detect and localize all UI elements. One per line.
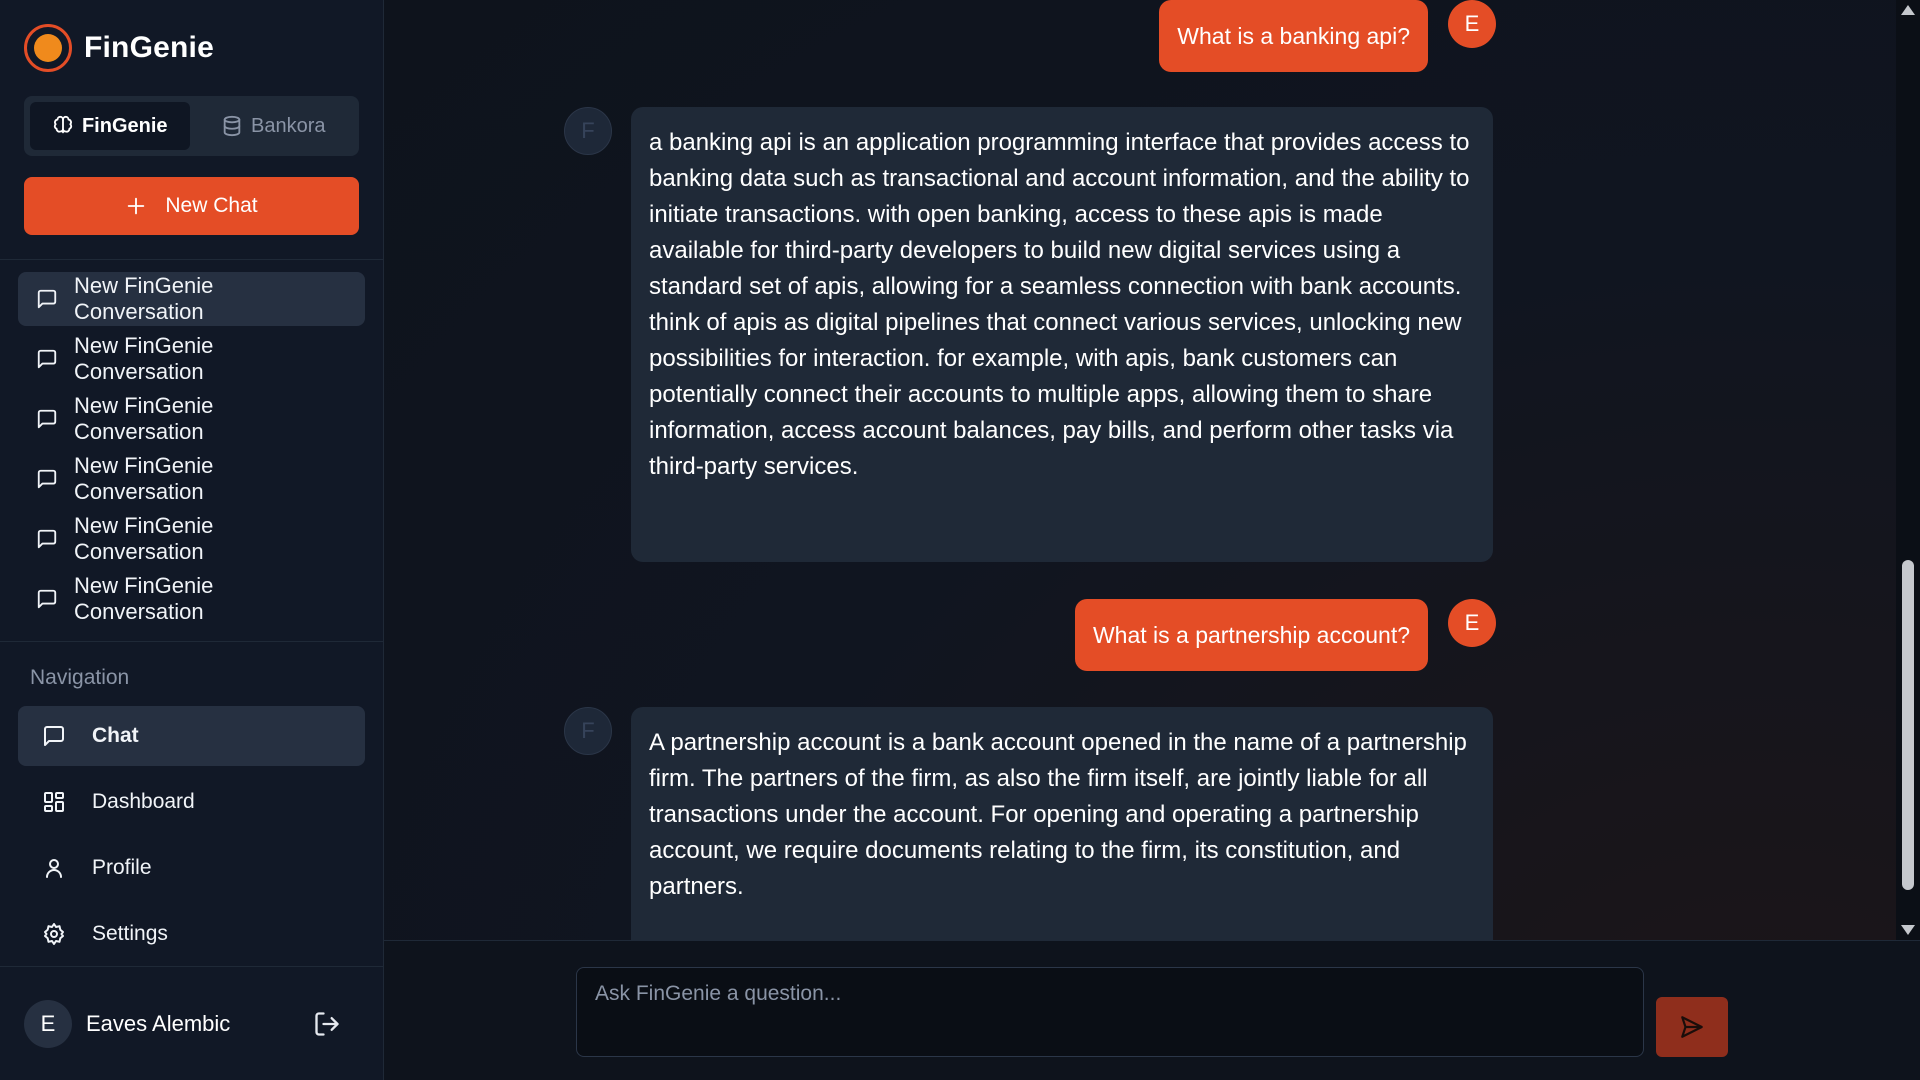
composer (384, 940, 1920, 1080)
mode-switcher: FinGenie Bankora (24, 96, 359, 156)
plus-icon (128, 197, 145, 215)
logo-icon (24, 24, 72, 72)
sidebar: FinGenie FinGenie Bankora New Chat New F… (0, 0, 384, 1080)
user-bar: E Eaves Alembic (0, 966, 383, 1080)
tab-label: Bankora (251, 114, 326, 137)
conversation-item[interactable]: New FinGenie Conversation (18, 272, 365, 326)
send-icon (1681, 1016, 1703, 1038)
avatar: E (1448, 599, 1496, 647)
brain-icon (53, 115, 73, 134)
tab-fingenie[interactable]: FinGenie (30, 102, 190, 150)
message-square-icon (37, 529, 57, 549)
nav-item-profile[interactable]: Profile (18, 838, 365, 898)
scroll-up-arrow[interactable] (1901, 5, 1915, 15)
new-chat-label: New Chat (165, 194, 258, 217)
conversation-label: New FinGenie Conversation (74, 393, 214, 444)
conversation-list: New FinGenie Conversation New FinGenie C… (0, 259, 383, 641)
chat-main: What is a banking api? E F a banking api… (384, 0, 1920, 1080)
assistant-bubble: A partnership account is a bank account … (631, 707, 1493, 940)
brand: FinGenie (0, 0, 383, 96)
avatar: E (1448, 0, 1496, 48)
brand-name: FinGenie (84, 31, 214, 64)
app: FinGenie FinGenie Bankora New Chat New F… (0, 0, 1920, 1080)
nav-label: Profile (92, 856, 152, 879)
logout-icon[interactable] (313, 1010, 341, 1038)
nav-label: Chat (92, 724, 139, 747)
gear-icon (44, 923, 64, 945)
message-square-icon (37, 589, 57, 609)
conversation-item[interactable]: New FinGenie Conversation (18, 392, 365, 446)
message-square-icon (37, 409, 57, 429)
message-square-icon (37, 289, 57, 309)
scrollbar[interactable] (1896, 0, 1920, 940)
conversation-label: New FinGenie Conversation (74, 273, 214, 324)
chat-icon (44, 726, 64, 746)
conversation-label: New FinGenie Conversation (74, 513, 214, 564)
nav-item-chat[interactable]: Chat (18, 706, 365, 766)
message-list: What is a banking api? E F a banking api… (384, 0, 1896, 940)
nav-label: Settings (92, 922, 168, 945)
conversation-item[interactable]: New FinGenie Conversation (18, 452, 365, 506)
conversation-label: New FinGenie Conversation (74, 453, 214, 504)
tab-label: FinGenie (81, 114, 168, 137)
new-chat-button[interactable]: New Chat (24, 177, 359, 235)
avatar[interactable]: E (24, 999, 72, 1048)
send-button[interactable] (1656, 997, 1728, 1057)
scroll-thumb[interactable] (1902, 560, 1914, 890)
conversation-item[interactable]: New FinGenie Conversation (18, 512, 365, 566)
nav-label: Dashboard (92, 790, 195, 813)
conversation-label: New FinGenie Conversation (74, 333, 214, 384)
message-square-icon (37, 469, 57, 489)
nav-item-dashboard[interactable]: Dashboard (18, 772, 365, 832)
avatar: F (564, 707, 612, 755)
scroll-down-arrow[interactable] (1901, 925, 1915, 935)
dashboard-icon (44, 792, 64, 812)
message-input[interactable] (576, 967, 1644, 1057)
assistant-bubble: a banking api is an application programm… (631, 107, 1493, 562)
tab-bankora[interactable]: Bankora (194, 102, 354, 150)
user-bubble: What is a partnership account? (1074, 599, 1428, 671)
avatar: F (564, 107, 612, 155)
database-icon (223, 115, 241, 137)
navigation: Navigation Chat Dashboard Profile Settin… (0, 641, 383, 966)
user-name: Eaves Alembic (86, 1010, 231, 1036)
navigation-title: Navigation (30, 666, 130, 689)
user-icon (46, 859, 62, 878)
user-message: What is a partnership account? E (1074, 599, 1496, 671)
message-square-icon (37, 349, 57, 369)
user-bubble: What is a banking api? (1159, 0, 1428, 72)
nav-item-settings[interactable]: Settings (18, 904, 365, 964)
conversation-label: New FinGenie Conversation (74, 573, 214, 624)
user-message: What is a banking api? E (1159, 0, 1496, 72)
conversation-item[interactable]: New FinGenie Conversation (18, 572, 365, 626)
conversation-item[interactable]: New FinGenie Conversation (18, 332, 365, 386)
